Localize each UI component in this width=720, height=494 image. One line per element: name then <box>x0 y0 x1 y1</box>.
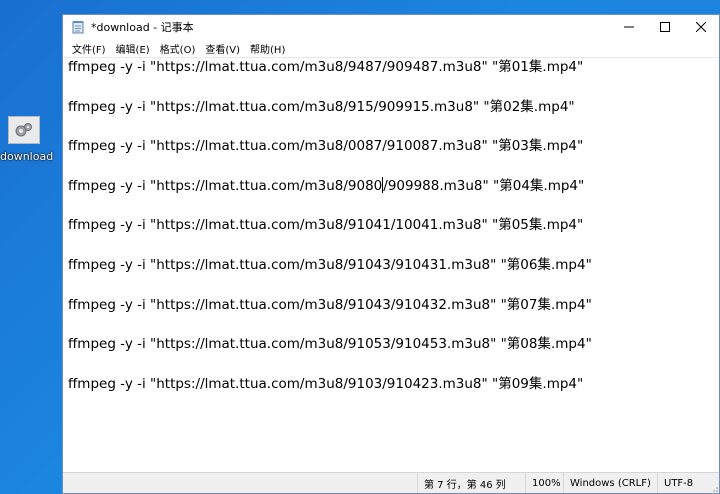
status-cursor-position: 第 7 行，第 46 列 <box>417 473 525 493</box>
status-line-ending: Windows (CRLF) <box>563 473 657 493</box>
text-line: ffmpeg -y -i "https://lmat.ttua.com/m3u8… <box>68 375 584 392</box>
close-icon <box>696 22 706 32</box>
text-line-with-caret: ffmpeg -y -i "https://lmat.ttua.com/m3u8… <box>68 176 719 217</box>
text-line: ffmpeg -y -i "https://lmat.ttua.com/m3u8… <box>68 336 592 353</box>
window-title: *download - 记事本 <box>91 21 194 34</box>
text-line: ffmpeg -y -i "https://lmat.ttua.com/m3u8… <box>68 256 592 273</box>
text-before-caret: ffmpeg -y -i "https://lmat.ttua.com/m3u8… <box>68 177 383 194</box>
title-bar[interactable]: *download - 记事本 <box>63 15 719 39</box>
text-editor[interactable]: ffmpeg -y -i "https://lmat.ttua.com/m3u8… <box>63 57 719 473</box>
text-area[interactable]: ffmpeg -y -i "https://lmat.ttua.com/m3u8… <box>68 58 719 473</box>
notepad-window: *download - 记事本 文件(F) 编辑(E) 格式(O) 查看(V) … <box>62 14 720 494</box>
resize-grip-icon[interactable] <box>705 473 719 493</box>
menu-bar: 文件(F) 编辑(E) 格式(O) 查看(V) 帮助(H) <box>63 39 719 57</box>
text-after-caret: /909988.m3u8" "第04集.mp4" <box>383 177 585 194</box>
maximize-button[interactable] <box>647 15 683 39</box>
desktop-icon-download[interactable]: download <box>0 116 54 163</box>
minimize-icon <box>624 26 634 28</box>
menu-view[interactable]: 查看(V) <box>200 41 245 56</box>
desktop-icon-label: download <box>0 150 54 163</box>
menu-format[interactable]: 格式(O) <box>155 41 201 56</box>
status-zoom: 100% <box>525 473 563 493</box>
text-line: ffmpeg -y -i "https://lmat.ttua.com/m3u8… <box>68 98 575 115</box>
gear-file-icon <box>8 116 40 144</box>
text-line: ffmpeg -y -i "https://lmat.ttua.com/m3u8… <box>68 138 584 155</box>
text-line: ffmpeg -y -i "https://lmat.ttua.com/m3u8… <box>68 296 592 313</box>
close-button[interactable] <box>683 15 719 39</box>
status-bar: 第 7 行，第 46 列 100% Windows (CRLF) UTF-8 <box>63 472 719 493</box>
maximize-icon <box>660 22 670 32</box>
text-line: ffmpeg -y -i "https://lmat.ttua.com/m3u8… <box>68 217 584 234</box>
menu-edit[interactable]: 编辑(E) <box>111 41 155 56</box>
minimize-button[interactable] <box>611 15 647 39</box>
menu-file[interactable]: 文件(F) <box>67 41 111 56</box>
notepad-app-icon <box>71 20 85 34</box>
status-encoding: UTF-8 <box>657 473 705 493</box>
text-line: ffmpeg -y -i "https://lmat.ttua.com/m3u8… <box>68 59 584 75</box>
menu-help[interactable]: 帮助(H) <box>245 41 290 56</box>
